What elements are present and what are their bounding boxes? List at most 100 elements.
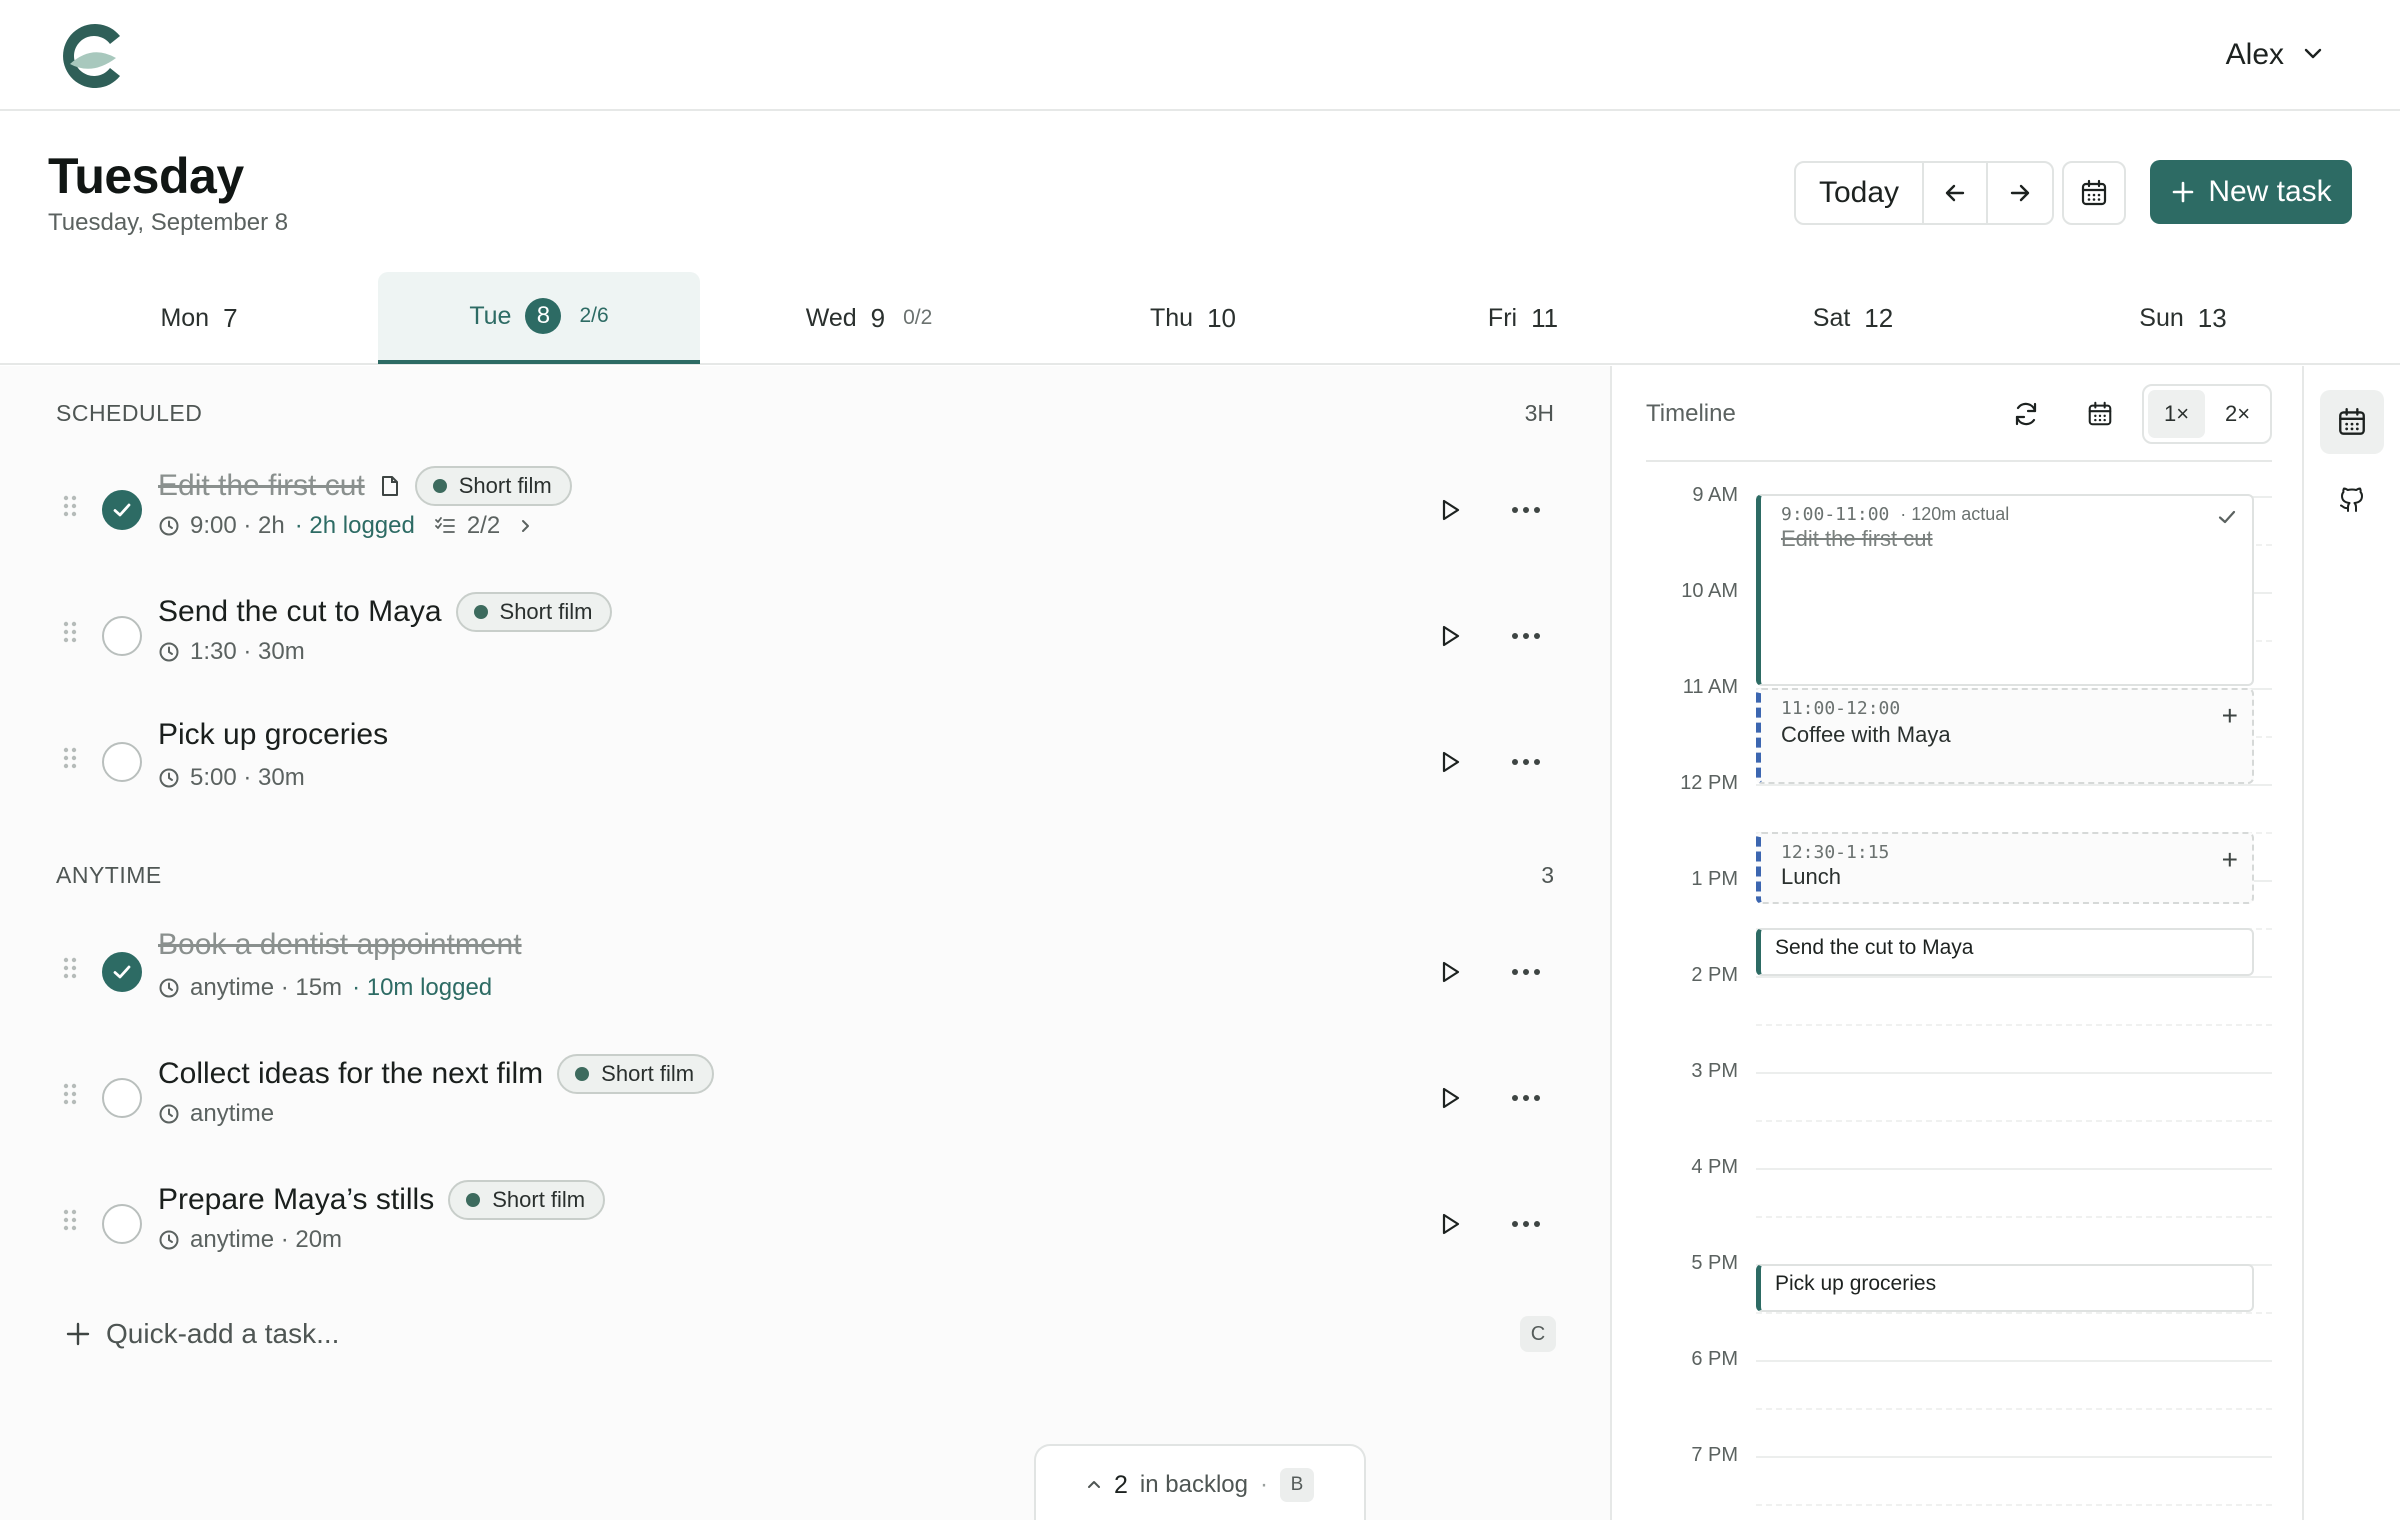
day-number: 12 bbox=[1864, 302, 1894, 333]
tab-sun[interactable]: Sun 13 bbox=[2022, 272, 2344, 364]
timeline-task-block[interactable]: Send the cut to Maya bbox=[1756, 928, 2254, 976]
start-timer-button[interactable] bbox=[1430, 1204, 1470, 1244]
date-picker-button[interactable] bbox=[2062, 161, 2126, 225]
quick-add-input[interactable]: Quick-add a task... C bbox=[56, 1304, 1556, 1364]
previous-day-button[interactable] bbox=[1924, 163, 1988, 223]
more-options-button[interactable] bbox=[1506, 952, 1546, 992]
tab-fri[interactable]: Fri 11 bbox=[1362, 272, 1684, 364]
drag-handle-icon[interactable] bbox=[62, 746, 78, 770]
start-timer-button[interactable] bbox=[1430, 616, 1470, 656]
start-timer-button[interactable] bbox=[1430, 1078, 1470, 1118]
hour-line bbox=[1756, 1072, 2272, 1074]
more-options-button[interactable] bbox=[1506, 1204, 1546, 1244]
task-time: 1:30 · 30m bbox=[190, 638, 305, 665]
backlog-toggle[interactable]: 2 in backlog · B bbox=[1034, 1444, 1366, 1520]
checkmark-icon bbox=[2216, 506, 2238, 533]
top-bar: Alex bbox=[0, 0, 2400, 111]
brand-logo[interactable] bbox=[54, 18, 130, 94]
hour-label: 6 PM bbox=[1691, 1348, 1738, 1370]
task-logged: · 10m logged bbox=[352, 974, 493, 1001]
task-row[interactable]: Pick up groceries 5:00 · 30m bbox=[0, 708, 1612, 818]
start-timer-button[interactable] bbox=[1430, 952, 1470, 992]
tab-mon[interactable]: Mon 7 bbox=[38, 272, 360, 364]
github-panel-button[interactable] bbox=[2320, 468, 2384, 532]
more-options-button[interactable] bbox=[1506, 616, 1546, 656]
timeline-task-block[interactable]: Pick up groceries bbox=[1756, 1264, 2254, 1312]
task-title-line: Edit the first cut Short film bbox=[158, 466, 572, 506]
task-title[interactable]: Book a dentist appointment bbox=[158, 928, 522, 962]
section-total-scheduled: 3H bbox=[1524, 400, 1554, 426]
task-checkbox[interactable] bbox=[102, 952, 142, 992]
task-checkbox[interactable] bbox=[102, 742, 142, 782]
task-row[interactable]: Book a dentist appointment anytime · 15m… bbox=[0, 918, 1612, 1028]
project-tag[interactable]: Short film bbox=[455, 592, 613, 632]
task-row[interactable]: Edit the first cut Short film 9:00 · 2h … bbox=[0, 456, 1612, 566]
task-row[interactable]: Collect ideas for the next film Short fi… bbox=[0, 1044, 1612, 1154]
user-menu[interactable]: Alex bbox=[2226, 38, 2324, 72]
subtasks-icon bbox=[434, 517, 455, 533]
calendar-event[interactable]: 11:00-12:00 Coffee with Maya + bbox=[1756, 688, 2254, 784]
task-time: 9:00 · 2h bbox=[190, 512, 285, 539]
task-title[interactable]: Pick up groceries bbox=[158, 718, 388, 752]
start-timer-button[interactable] bbox=[1430, 490, 1470, 530]
drag-handle-icon[interactable] bbox=[62, 494, 78, 518]
tab-tue[interactable]: Tue 8 2/6 bbox=[378, 272, 700, 364]
task-checkbox[interactable] bbox=[102, 1204, 142, 1244]
drag-handle-icon[interactable] bbox=[62, 1082, 78, 1106]
tab-wed[interactable]: Wed 9 0/2 bbox=[708, 272, 1030, 364]
zoom-1x-button[interactable]: 1× bbox=[2148, 390, 2205, 438]
day-task-count: 0/2 bbox=[903, 306, 933, 329]
tab-thu[interactable]: Thu 10 bbox=[1032, 272, 1354, 364]
project-tag[interactable]: Short film bbox=[414, 466, 572, 506]
subtask-count[interactable]: 2/2 bbox=[467, 512, 500, 540]
task-title[interactable]: Send the cut to Maya bbox=[158, 595, 442, 629]
add-to-tasks-button[interactable]: + bbox=[2222, 844, 2238, 876]
start-timer-button[interactable] bbox=[1430, 742, 1470, 782]
task-time: 5:00 · 30m bbox=[190, 764, 305, 791]
quick-add-placeholder: Quick-add a task... bbox=[106, 1318, 340, 1349]
separator-dot: · bbox=[1259, 1471, 1268, 1498]
add-to-tasks-button[interactable]: + bbox=[2222, 700, 2238, 732]
more-options-button[interactable] bbox=[1506, 742, 1546, 782]
task-title[interactable]: Prepare Maya’s stills bbox=[158, 1183, 434, 1217]
play-icon bbox=[1442, 499, 1460, 521]
drag-handle-icon[interactable] bbox=[62, 1208, 78, 1232]
more-options-button[interactable] bbox=[1506, 1078, 1546, 1118]
task-row[interactable]: Send the cut to Maya Short film 1:30 · 3… bbox=[0, 582, 1612, 692]
drag-handle-icon[interactable] bbox=[62, 956, 78, 980]
sync-button[interactable] bbox=[2006, 394, 2046, 434]
clock-icon bbox=[159, 1230, 179, 1250]
task-title-line: Pick up groceries bbox=[158, 718, 388, 752]
day-name: Wed bbox=[805, 303, 857, 332]
calendar-panel-button[interactable] bbox=[2320, 390, 2384, 454]
tab-sat[interactable]: Sat 12 bbox=[1692, 272, 2014, 364]
next-day-button[interactable] bbox=[1988, 163, 2052, 223]
hour-line bbox=[1756, 976, 2272, 978]
zoom-2x-button[interactable]: 2× bbox=[2209, 390, 2266, 438]
new-task-button[interactable]: New task bbox=[2150, 160, 2352, 224]
event-title: Send the cut to Maya bbox=[1775, 936, 1974, 959]
task-time: anytime · 20m bbox=[190, 1226, 343, 1253]
task-title[interactable]: Collect ideas for the next film bbox=[158, 1057, 543, 1091]
chevron-down-icon bbox=[2302, 38, 2324, 72]
hour-label: 10 AM bbox=[1681, 580, 1738, 602]
today-button[interactable]: Today bbox=[1796, 163, 1924, 223]
project-tag[interactable]: Short film bbox=[448, 1180, 606, 1220]
half-hour-line bbox=[1756, 1504, 2272, 1506]
task-checkbox[interactable] bbox=[102, 490, 142, 530]
more-horizontal-icon bbox=[1512, 1221, 1540, 1227]
day-number: 7 bbox=[223, 302, 238, 333]
task-checkbox[interactable] bbox=[102, 1078, 142, 1118]
task-title[interactable]: Edit the first cut bbox=[158, 469, 365, 503]
hour-label: 11 AM bbox=[1682, 676, 1738, 698]
task-checkbox[interactable] bbox=[102, 616, 142, 656]
timeline-event[interactable]: 9:00-11:00 · 120m actual Edit the first … bbox=[1756, 494, 2254, 686]
event-title: Coffee with Maya bbox=[1781, 722, 1951, 747]
project-tag[interactable]: Short film bbox=[557, 1054, 715, 1094]
calendar-event[interactable]: 12:30-1:15 Lunch + bbox=[1756, 832, 2254, 904]
calendar-settings-button[interactable] bbox=[2080, 394, 2120, 434]
more-options-button[interactable] bbox=[1506, 490, 1546, 530]
drag-handle-icon[interactable] bbox=[62, 620, 78, 644]
task-row[interactable]: Prepare Maya’s stills Short film anytime… bbox=[0, 1170, 1612, 1280]
day-name: Sun bbox=[2139, 303, 2184, 332]
